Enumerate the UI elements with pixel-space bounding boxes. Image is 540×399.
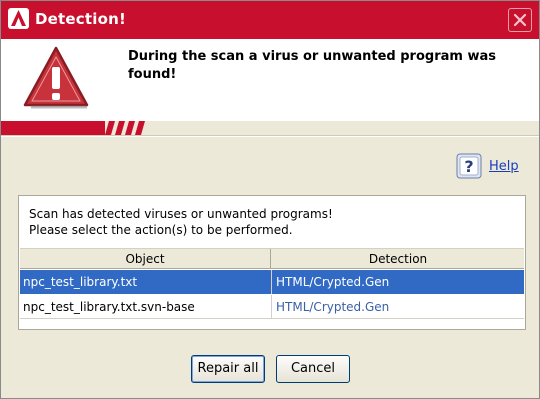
close-button[interactable] [508,8,532,32]
instruction-line-2: Please select the action(s) to be perfor… [29,223,293,237]
table-row[interactable]: npc_test_library.txt HTML/Crypted.Gen [20,270,524,294]
close-icon [513,13,527,27]
object-cell: npc_test_library.txt.svn-base [23,300,195,314]
header-area: During the scan a virus or unwanted prog… [1,39,539,121]
instruction-line-1: Scan has detected viruses or unwanted pr… [29,207,333,221]
brand-stripe [1,121,539,135]
warning-icon [23,46,89,109]
help-icon[interactable]: ? [456,153,482,179]
table-header: Object Detection [20,248,524,269]
instruction-text: Scan has detected viruses or unwanted pr… [29,206,509,238]
repair-all-button[interactable]: Repair all [191,355,265,383]
object-cell: npc_test_library.txt [23,275,138,289]
cancel-button[interactable]: Cancel [276,355,350,383]
column-header-detection[interactable]: Detection [272,249,524,269]
title-bar[interactable]: Detection! [1,1,539,39]
detection-cell: HTML/Crypted.Gen [276,300,390,314]
svg-text:?: ? [464,157,473,176]
header-separator [1,135,539,137]
detection-panel: Scan has detected viruses or unwanted pr… [18,195,526,330]
app-icon [8,8,29,29]
detection-dialog: Detection! During the scan a virus or un… [0,0,540,399]
column-header-object[interactable]: Object [20,249,271,269]
help-link[interactable]: Help [489,159,519,174]
table-row[interactable]: npc_test_library.txt.svn-base HTML/Crypt… [20,295,524,319]
detection-cell: HTML/Crypted.Gen [276,275,390,289]
header-message: During the scan a virus or unwanted prog… [128,49,496,82]
window-title: Detection! [35,10,126,28]
